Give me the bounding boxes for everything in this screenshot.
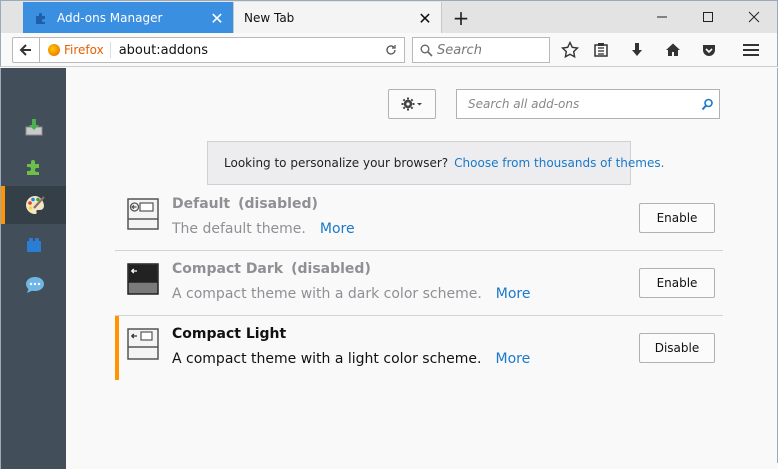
addon-description: A compact theme with a dark color scheme…: [172, 286, 531, 302]
firefox-logo-icon: [48, 44, 60, 56]
addon-name: Compact Dark (disabled): [172, 261, 371, 277]
enable-button[interactable]: Enable: [639, 268, 715, 298]
new-tab-button[interactable]: +: [447, 5, 475, 31]
tab-label: New Tab: [244, 11, 295, 25]
addon-status: (disabled): [238, 196, 318, 212]
pocket-icon[interactable]: [694, 37, 724, 63]
tab-addons-manager[interactable]: Add-ons Manager ✕: [23, 2, 233, 34]
back-button[interactable]: [12, 37, 40, 63]
tab-new-tab[interactable]: New Tab ✕: [233, 2, 442, 34]
more-link[interactable]: More: [320, 221, 355, 237]
puzzle-icon: [33, 10, 49, 26]
addons-main-view: Search all add-ons Looking to personaliz…: [66, 68, 778, 463]
category-plugins[interactable]: [1, 226, 66, 264]
addon-description: The default theme. More: [172, 221, 355, 237]
close-tab-icon[interactable]: ✕: [205, 6, 229, 30]
search-placeholder: Search: [437, 42, 482, 58]
search-addons-input[interactable]: Search all add-ons: [456, 89, 720, 119]
addon-item-compact-dark[interactable]: Compact Dark (disabled) A compact theme w…: [115, 251, 723, 315]
disable-button[interactable]: Disable: [639, 333, 715, 363]
search-addons-placeholder: Search all add-ons: [468, 97, 580, 111]
identity-label: Firefox: [64, 43, 104, 57]
enable-button[interactable]: Enable: [639, 203, 715, 233]
minimize-button[interactable]: [639, 2, 685, 32]
reload-icon[interactable]: [378, 44, 404, 56]
close-tab-icon[interactable]: ✕: [413, 6, 437, 30]
addon-item-default[interactable]: Default (disabled) The default theme. More…: [115, 186, 723, 250]
download-icon[interactable]: [622, 37, 652, 63]
notice-text: Looking to personalize your browser?: [224, 156, 449, 170]
addon-status: (disabled): [291, 261, 371, 277]
themes-link[interactable]: Choose from thousands of themes.: [454, 156, 664, 170]
addon-name-text: Compact Dark: [172, 261, 284, 277]
paint-palette-icon: [26, 196, 45, 214]
home-icon[interactable]: [658, 37, 688, 63]
menu-hamburger-icon[interactable]: [736, 37, 766, 63]
download-box-icon: [25, 119, 43, 136]
compact-light-theme-icon: [127, 328, 159, 360]
search-icon[interactable]: [695, 98, 719, 111]
search-icon: [415, 44, 437, 57]
category-extensions[interactable]: [1, 148, 66, 186]
identity-box[interactable]: Firefox: [40, 42, 111, 58]
title-bar: Add-ons Manager ✕ New Tab ✕ +: [0, 0, 778, 34]
category-themes[interactable]: [1, 186, 66, 224]
search-bar[interactable]: Search: [412, 37, 550, 63]
default-theme-icon: [127, 198, 159, 230]
bookmark-star-icon[interactable]: [555, 37, 585, 63]
compact-dark-theme-icon: [127, 263, 159, 295]
categories-sidebar: [0, 68, 66, 469]
tab-label: Add-ons Manager: [57, 11, 163, 25]
category-languages[interactable]: [1, 266, 66, 304]
url-text[interactable]: about:addons: [111, 43, 378, 58]
tools-gear-button[interactable]: [388, 89, 436, 119]
addon-description-text: The default theme.: [172, 221, 306, 237]
addon-name: Default (disabled): [172, 196, 318, 212]
more-link[interactable]: More: [496, 286, 531, 302]
puzzle-piece-icon: [27, 160, 39, 175]
maximize-button[interactable]: [685, 2, 731, 32]
lego-brick-icon: [27, 238, 41, 252]
back-arrow-icon: [19, 44, 31, 56]
addon-name: Compact Light: [172, 326, 286, 342]
navigation-toolbar: Firefox about:addons Search: [0, 33, 778, 67]
addon-name-text: Compact Light: [172, 326, 287, 342]
reading-list-icon[interactable]: [586, 37, 616, 63]
addon-description-text: A compact theme with a dark color scheme…: [172, 286, 482, 302]
themes-notice: Looking to personalize your browser? Cho…: [207, 141, 664, 185]
gear-icon: [401, 97, 422, 111]
addon-description: A compact theme with a light color schem…: [172, 351, 530, 367]
addon-description-text: A compact theme with a light color schem…: [172, 351, 482, 367]
url-bar[interactable]: Firefox about:addons: [39, 37, 405, 63]
more-link[interactable]: More: [495, 351, 530, 367]
speech-bubble-icon: [26, 277, 44, 293]
close-window-button[interactable]: [731, 2, 777, 32]
category-get-addons[interactable]: [1, 108, 66, 146]
addon-item-compact-light[interactable]: Compact Light A compact theme with a lig…: [115, 316, 723, 380]
addon-name-text: Default: [172, 196, 231, 212]
